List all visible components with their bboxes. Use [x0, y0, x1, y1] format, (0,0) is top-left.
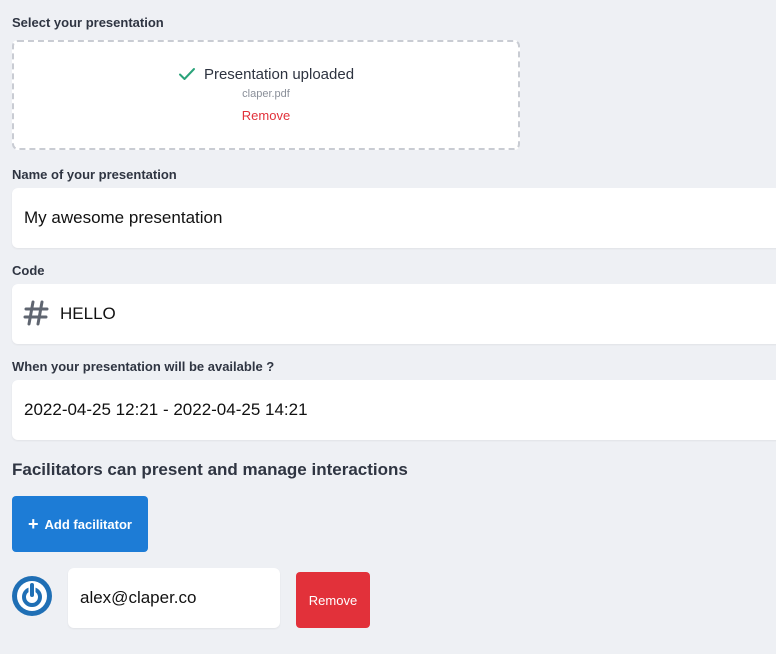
- plus-icon: +: [28, 514, 39, 534]
- upload-status: Presentation uploaded: [14, 66, 518, 86]
- code-value: HELLO: [60, 304, 116, 323]
- uploaded-filename: claper.pdf: [242, 88, 290, 100]
- upload-dropzone[interactable]: Presentation uploaded claper.pdf Remove: [12, 40, 520, 150]
- hash-icon: [23, 299, 49, 332]
- remove-facilitator-button[interactable]: Remove: [296, 572, 370, 628]
- facilitator-email-value: alex@claper.co: [80, 588, 197, 607]
- remove-upload-link[interactable]: Remove: [14, 108, 518, 123]
- name-label: Name of your presentation: [12, 167, 177, 182]
- code-input[interactable]: HELLO: [12, 284, 776, 344]
- upload-label: Select your presentation: [12, 15, 164, 30]
- facilitator-email-input[interactable]: alex@claper.co: [68, 568, 280, 628]
- code-label: Code: [12, 263, 45, 278]
- availability-input[interactable]: 2022-04-25 12:21 - 2022-04-25 14:21: [12, 380, 776, 440]
- presentation-name-value: My awesome presentation: [24, 208, 223, 227]
- power-avatar-icon: [12, 576, 52, 616]
- availability-value: 2022-04-25 12:21 - 2022-04-25 14:21: [24, 400, 308, 419]
- upload-status-text: Presentation uploaded: [203, 66, 355, 83]
- check-icon: [178, 66, 196, 86]
- presentation-name-input[interactable]: My awesome presentation: [12, 188, 776, 248]
- add-facilitator-button[interactable]: + Add facilitator: [12, 496, 148, 552]
- add-facilitator-label: Add facilitator: [44, 516, 132, 532]
- availability-label: When your presentation will be available…: [12, 359, 275, 374]
- facilitators-title: Facilitators can present and manage inte…: [12, 460, 408, 479]
